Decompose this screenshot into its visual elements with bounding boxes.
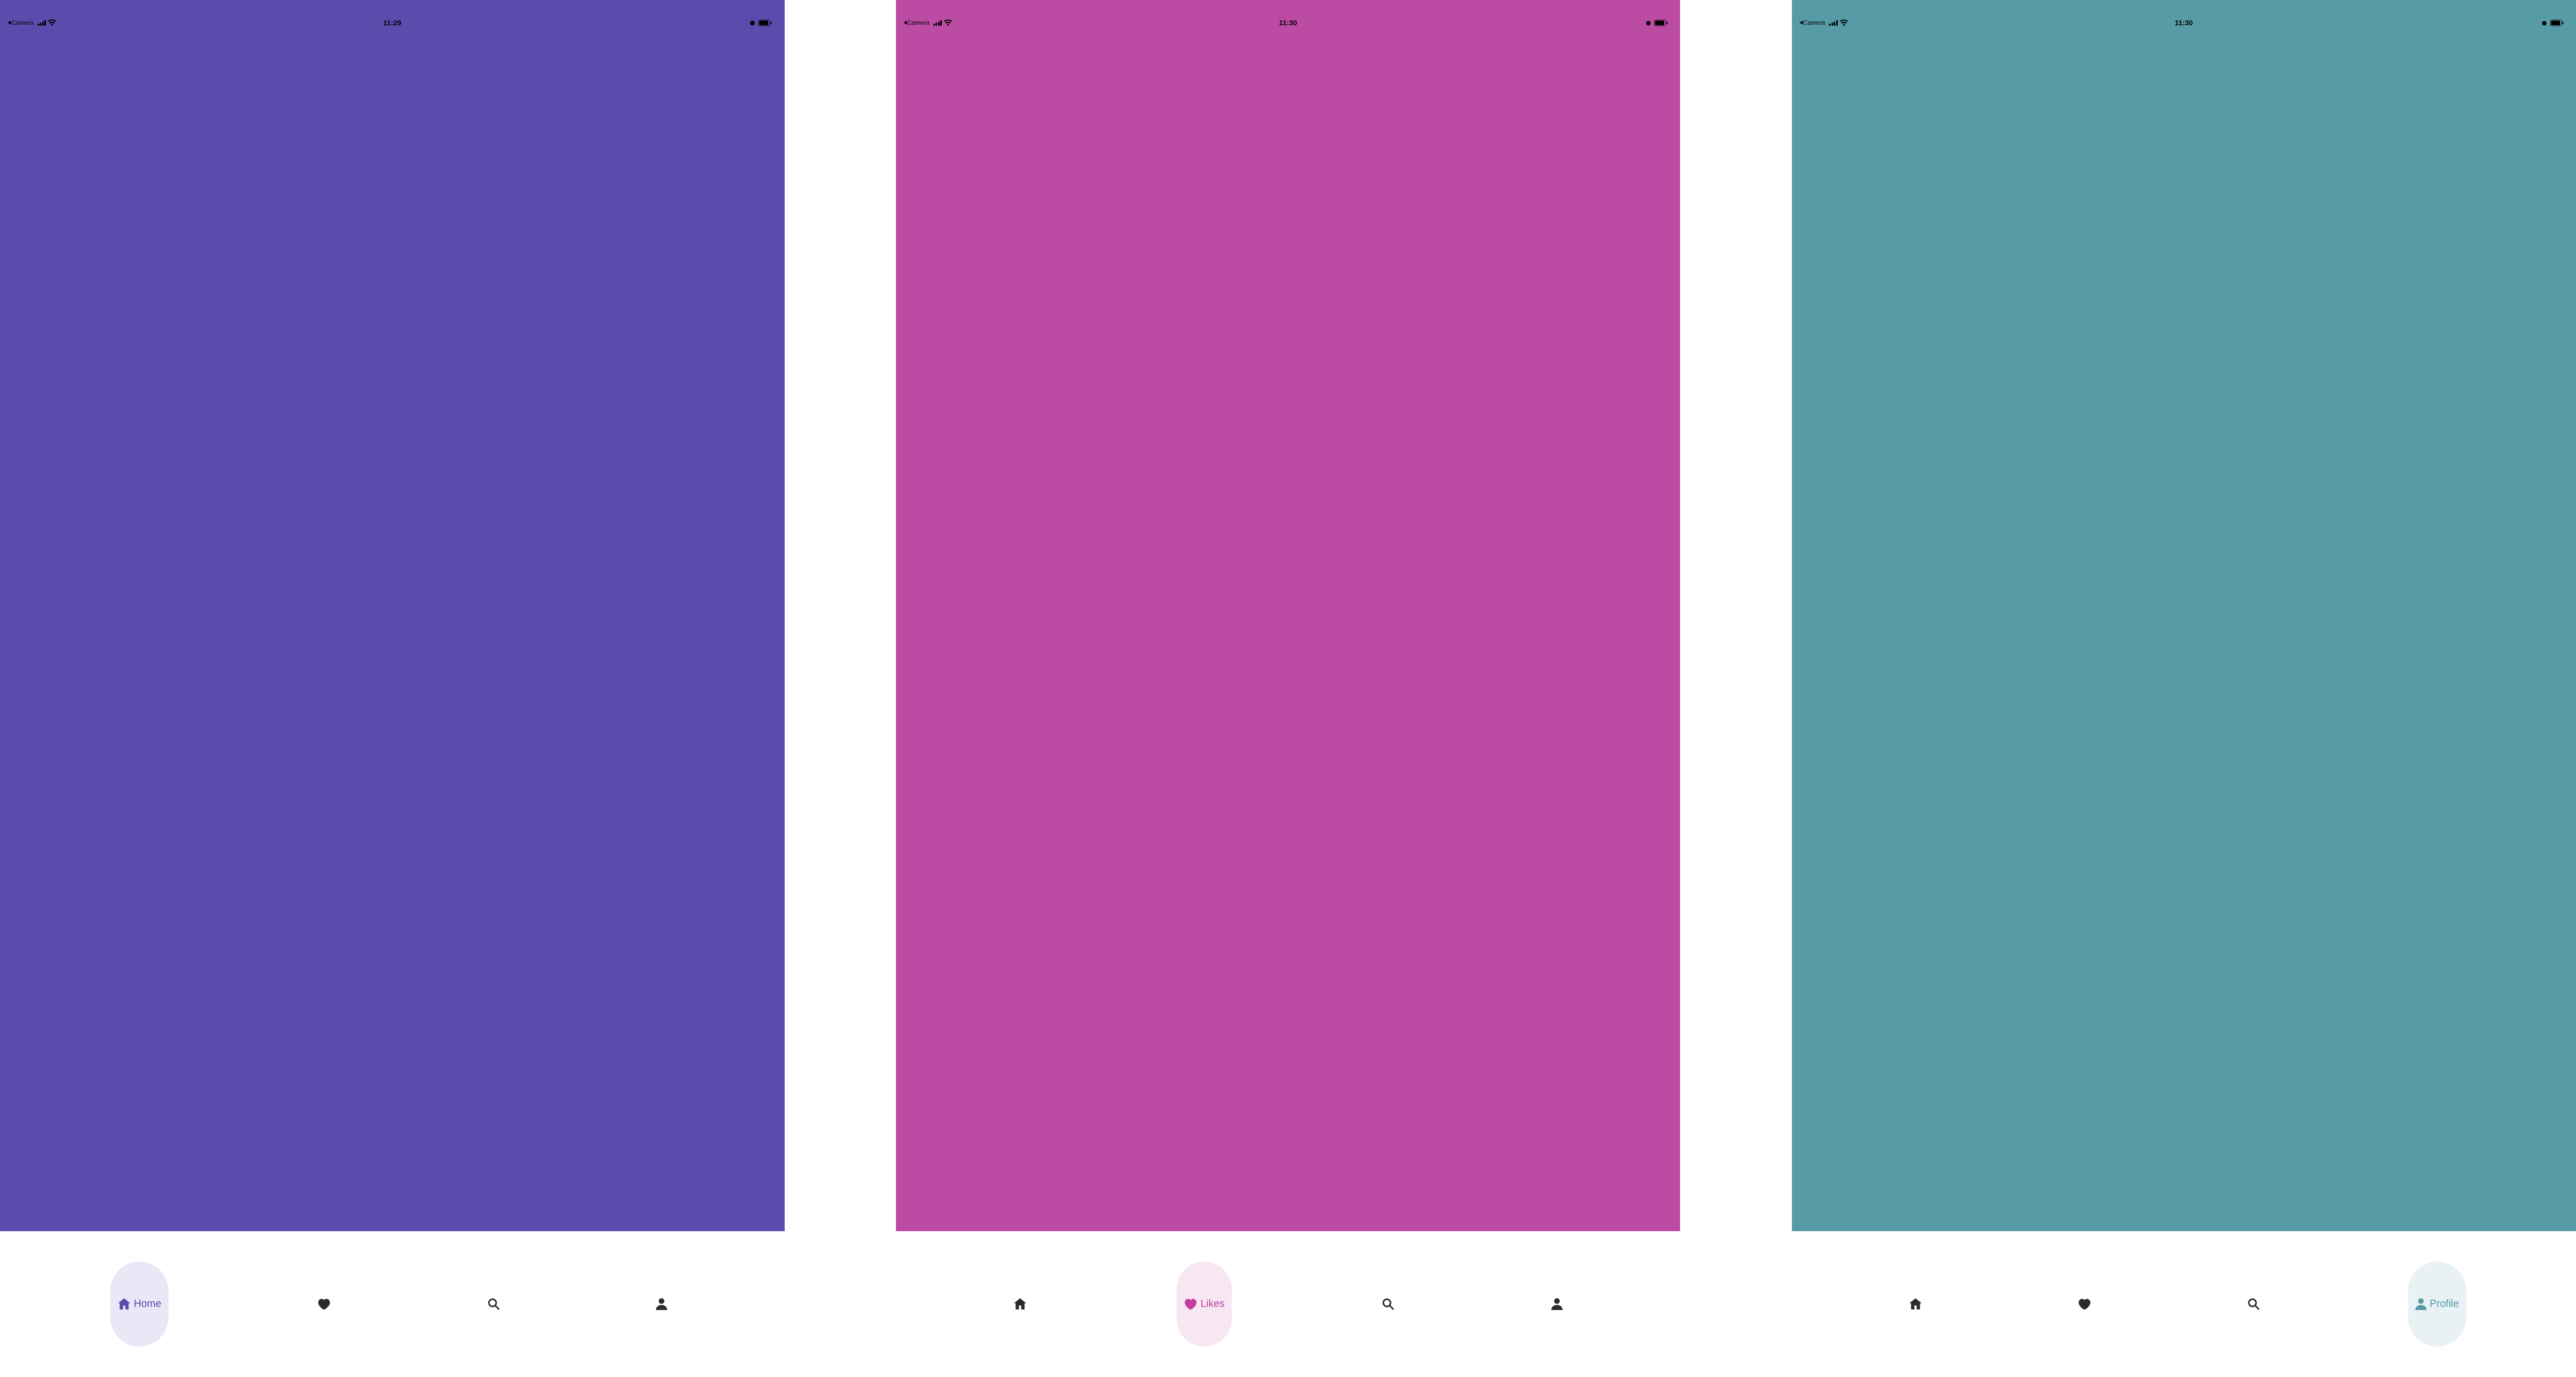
tab-bar: Home Likes Search Profile: [0, 1231, 785, 1377]
wifi-icon: [944, 20, 952, 26]
tab-label: Likes: [1200, 1298, 1225, 1310]
back-caret-icon: [1800, 21, 1803, 25]
status-right: [2541, 20, 2564, 26]
status-right: [1645, 20, 1668, 26]
tab-profile[interactable]: Profile: [649, 1262, 674, 1346]
tab-search[interactable]: Search: [2240, 1262, 2267, 1346]
tab-profile[interactable]: Profile: [2408, 1262, 2466, 1346]
status-time: 11:30: [2175, 19, 2193, 27]
content-area: [896, 45, 1681, 1231]
heart-icon: [2078, 1298, 2091, 1310]
tab-home[interactable]: Home: [110, 1262, 168, 1346]
status-bar: Camera 11:30: [896, 0, 1681, 45]
status-left: Camera: [904, 19, 952, 26]
battery-icon: [2550, 20, 2564, 26]
tab-bar: Home Likes Search Profile: [896, 1231, 1681, 1377]
phone-screen: Camera 11:30 Home: [896, 0, 1681, 1377]
user-icon: [2415, 1298, 2427, 1310]
tab-profile[interactable]: Profile: [1544, 1262, 1570, 1346]
tab-search[interactable]: Search: [480, 1262, 507, 1346]
cellular-signal-icon: [934, 20, 942, 26]
tab-likes[interactable]: Likes: [1177, 1262, 1232, 1346]
back-app-label: Camera: [1803, 19, 1825, 26]
alarm-icon: [2541, 20, 2548, 26]
content-area: [0, 45, 785, 1231]
phone-screen: Camera 11:30 Home: [1792, 0, 2576, 1377]
status-time: 11:30: [1279, 19, 1297, 27]
content-area: [1792, 45, 2576, 1231]
home-icon: [117, 1298, 131, 1310]
wifi-icon: [1840, 20, 1848, 26]
tab-likes[interactable]: Likes: [310, 1262, 338, 1346]
status-right: [749, 20, 772, 26]
wifi-icon: [48, 20, 56, 26]
battery-icon: [1654, 20, 1668, 26]
search-icon: [2247, 1298, 2260, 1310]
tab-home[interactable]: Home: [1902, 1262, 1929, 1346]
cellular-signal-icon: [38, 20, 46, 26]
alarm-icon: [749, 20, 756, 26]
back-to-app[interactable]: Camera: [904, 19, 929, 26]
status-left: Camera: [1800, 19, 1848, 26]
back-to-app[interactable]: Camera: [1800, 19, 1825, 26]
status-bar: Camera 11:30: [1792, 0, 2576, 45]
search-icon: [1382, 1298, 1394, 1310]
search-icon: [487, 1298, 500, 1310]
user-icon: [1551, 1298, 1563, 1310]
tab-likes[interactable]: Likes: [2071, 1262, 2098, 1346]
cellular-signal-icon: [1829, 20, 1838, 26]
back-app-label: Camera: [11, 19, 33, 26]
back-caret-icon: [8, 21, 11, 25]
status-bar: Camera 11:29: [0, 0, 785, 45]
status-left: Camera: [8, 19, 56, 26]
tab-label: Home: [134, 1298, 161, 1310]
alarm-icon: [1645, 20, 1652, 26]
tab-search[interactable]: Search: [1375, 1262, 1401, 1346]
tab-home[interactable]: Home: [1006, 1262, 1034, 1346]
heart-icon: [1184, 1298, 1197, 1310]
home-icon: [1013, 1298, 1027, 1310]
battery-icon: [758, 20, 772, 26]
phone-screen: Camera 11:29 Home: [0, 0, 785, 1377]
heart-icon: [317, 1298, 331, 1310]
user-icon: [656, 1298, 667, 1310]
home-icon: [1909, 1298, 1922, 1310]
tab-label: Profile: [2430, 1298, 2459, 1310]
back-to-app[interactable]: Camera: [8, 19, 33, 26]
back-app-label: Camera: [907, 19, 929, 26]
back-caret-icon: [904, 21, 907, 25]
tab-bar: Home Likes Search Profile: [1792, 1231, 2576, 1377]
status-time: 11:29: [383, 19, 401, 27]
